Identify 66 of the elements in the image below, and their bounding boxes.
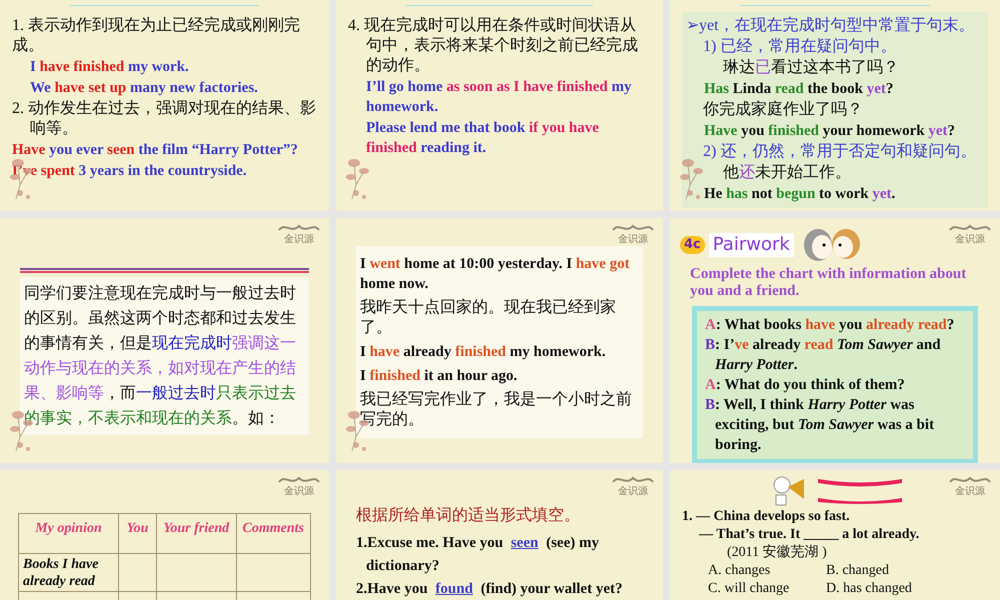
slide-thumbnail[interactable]: 金识源 1. — China develops so fast. — That’s true. It _____ a lot already. (2011 安徽芜湖 ) A. changes B. changed C. will change D. has changed (670, 470, 1000, 600)
dialogue-line: : I’ve already read Tom Sawyer and Harry Potter. (715, 336, 942, 375)
slide-text: 2. 动作发生在过去，强调对现在的结果、影响等。 (12, 99, 317, 139)
speaker-label: A (705, 316, 716, 335)
answer-option: C. will change (708, 580, 826, 598)
exercise-question: 1.Excuse me. Have you seen (see) my dictionary? (356, 534, 600, 576)
ornament-logo: 金识源 (277, 474, 321, 497)
slide-text: I went home at 10:00 yesterday. I have got home now. (360, 255, 631, 294)
answer-option: A. changes (708, 562, 826, 580)
slide-text: 我已经写完作业了，我是一个小时之前写完的。 (360, 390, 633, 430)
slide-text: I’ve spent 3 years in the countryside. (12, 162, 248, 181)
ornament-logo: 金识源 (948, 222, 992, 245)
slide-text: 1) 已经，常用在疑问句中。 (703, 37, 898, 57)
title-stripes-icon (816, 476, 904, 506)
column-header: Comments (236, 514, 310, 554)
dialogue-line: : What books have you already read? (716, 316, 954, 335)
slide-thumbnail[interactable]: 金识源 My opinion You Your friend Comments Books I have already read (0, 470, 329, 600)
slide-text: 1. 表示动作到现在为止已经完成或刚刚完成。 (12, 16, 301, 56)
quiz-text: 1. — China develops so fast. (682, 508, 851, 526)
slide-text: He has not begun to work yet. (704, 185, 896, 204)
column-header: Your friend (156, 514, 236, 554)
slide-text: 2) 还，仍然，常用于否定句和疑问句。 (703, 142, 978, 162)
slide-thumbnail[interactable]: 金识源 根据所给单词的适当形式填空。 1.Excuse me. Have you seen (see) my dictionary? 2.Have you found (find) your wallet yet? (336, 470, 663, 600)
activity-badge: 4c (680, 236, 705, 254)
slide-text: I’ll go home as soon as I have finished my homework. (366, 78, 632, 117)
speaker-label: B (705, 336, 716, 355)
slide-text: I have already finished my homework. (360, 343, 607, 362)
answer-option: D. has changed (826, 580, 988, 598)
slide-text: I finished it an hour ago. (360, 367, 518, 386)
column-header: You (118, 514, 156, 554)
slide-text: Please lend me that book if you have finished reading it. (366, 119, 600, 158)
slide-text: I have finished my work. (30, 58, 190, 77)
slide-text: We have set up many new factories. (30, 79, 259, 98)
slide-thumbnail[interactable]: 金识源 I went home at 10:00 yesterday. I have got home now. 我昨天十点回家的。现在我已经到家了。 I have already finished my homework. I finished it an hour ago. 我已经写完作业了，我是一个小时之前写完的。 (336, 218, 663, 463)
slide-text: Have you ever seen the film “Harry Potter”? (12, 141, 299, 160)
slide-paragraph: 同学们要注意现在完成时与一般过去时的区别。虽然这两个时态都和过去发生的事情有关，但是现在完成时强调这一动作与现在的关系，如对现在产生的结果、影响等，而一般过去时只表示过去的事实，不表示和现在的关系。如： (20, 277, 309, 435)
ornament-logo: 金识源 (611, 222, 655, 245)
quiz-text: (2011 安徽芜湖 ) (727, 544, 828, 562)
column-header: My opinion (18, 514, 118, 554)
slide-text: 4. 现在完成时可以用在条件或时间状语从句中，表示将来某个时刻之前已经完成的动作。 (348, 16, 639, 76)
table-cell: Books I have already read (18, 554, 118, 592)
slide-thumbnail[interactable]: 金识源 同学们要注意现在完成时与一般过去时的区别。虽然这两个时态都和过去发生的事情有关，但是现在完成时强调这一动作与现在的关系，如对现在产生的结果、影响等，而一般过去时只表示过去的事实，不表示和现在的关系。如： (0, 218, 329, 463)
slide-thumbnail[interactable]: 1. 表示动作到现在为止已经完成或刚刚完成。 I have finished my work. We have set up many new factories. 2. 动作发生在过去，强调对现在的结果、影响等。 Have you ever seen the film “Harry Potter”? I’ve spent 3 years in the countryside. (0, 0, 329, 211)
speaker-label: B (705, 396, 716, 415)
ornament-logo: 金识源 (611, 474, 655, 497)
section-title: Pairwork (708, 233, 794, 257)
speaker-label: A (705, 376, 716, 395)
slide-text: 他还未开始工作。 (723, 163, 852, 183)
slide-text: 你完成家庭作业了吗？ (703, 100, 864, 120)
instruction-text: Complete the chart with information about you and a friend. (689, 266, 968, 300)
slide-text: 我昨天十点回家的。现在我已经到家了。 (360, 298, 617, 338)
slide-thumbnail[interactable] (670, 218, 1000, 463)
dialogue-line: : Well, I think Harry Potter was exciting, but Tom Sawyer was a bit boring. (715, 396, 936, 455)
ornament-logo: 金识源 (948, 474, 992, 497)
ornament-logo: 金识源 (277, 222, 321, 245)
dialogue-line: : What do you think of them? (716, 376, 905, 395)
answer-option: B. changed (826, 562, 988, 580)
quiz-text: — That’s true. It _____ a lot already. (699, 526, 920, 544)
exercise-question: 2.Have you found (find) your wallet yet? (356, 580, 624, 599)
exercise-title: 根据所给单词的适当形式填空。 (356, 506, 581, 526)
slide-text: Have you finished your homework yet? (704, 122, 956, 141)
slide-text: Has Linda read the book yet? (704, 80, 894, 99)
slide-thumbnail[interactable]: ➢yet，在现在完成时句型中常置于句末。 1) 已经，常用在疑问句中。 琳达已看过这本书了吗？ Has Linda read the book yet? 你完成家庭作业了吗？ Have you finished your homework yet? 2) 还，仍然，常用于否定句和疑问句。 他还未开始工作。 He has not begun to work yet. (670, 0, 1000, 211)
slide-text: ➢yet，在现在完成时句型中常置于句末。 (686, 16, 976, 36)
slide-text: 琳达已看过这本书了吗？ (723, 58, 900, 78)
slide-thumbnail[interactable]: 4. 现在完成时可以用在条件或时间状语从句中，表示将来某个时刻之前已经完成的动作。 I’ll go home as soon as I have finished my homework. Please lend me that book if you have finished reading it. (336, 0, 663, 211)
